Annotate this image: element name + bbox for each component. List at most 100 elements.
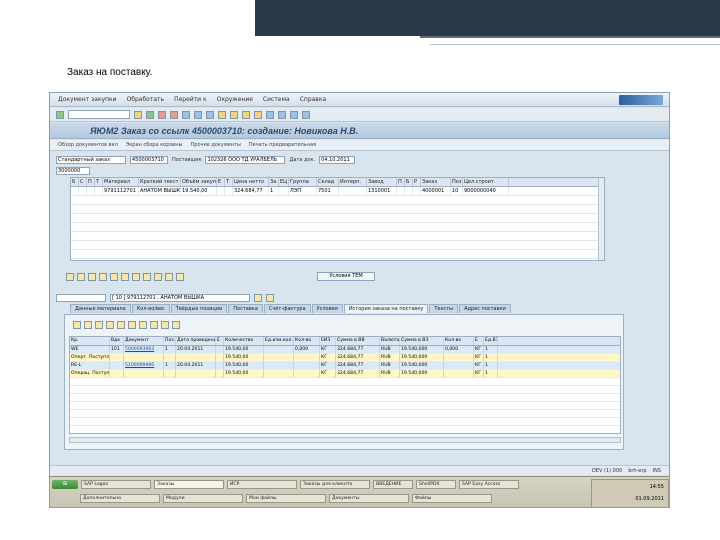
grid-col[interactable]: Цена нетто <box>233 178 269 186</box>
sort-icon[interactable] <box>77 272 85 281</box>
tab-conditions[interactable]: Условия <box>311 304 343 313</box>
date-field[interactable]: 04.10.2011 <box>319 156 356 164</box>
table-row[interactable] <box>71 232 604 241</box>
details-icon[interactable] <box>143 272 151 281</box>
grid-col[interactable]: Материал <box>103 178 139 186</box>
cell-net-price[interactable]: 324.684,77 <box>233 187 269 195</box>
cell-warehouse[interactable]: 7501 <box>317 187 339 195</box>
table-row[interactable] <box>70 378 620 386</box>
history-col[interactable]: Ед.ВЗ <box>484 337 498 345</box>
position-label-field[interactable] <box>56 294 106 302</box>
grid-col[interactable]: Заказ <box>421 178 451 186</box>
grid-col[interactable]: П <box>87 178 95 186</box>
grid-col[interactable]: Р <box>413 178 421 186</box>
menu-item-document[interactable]: Документ закупки <box>58 96 117 103</box>
history-col[interactable]: Поз. <box>164 337 176 345</box>
history-subtotal-icon[interactable] <box>106 321 114 329</box>
cancel-icon[interactable] <box>170 110 178 119</box>
conditions-button[interactable]: Условия ТЕМ <box>317 272 375 281</box>
table-row[interactable]: RE-L 5100099966 1 20.04.2011 19.540,00 КГ 324.… <box>70 362 620 370</box>
shortcut-icon[interactable] <box>278 110 286 119</box>
table-row[interactable] <box>71 250 604 259</box>
new-session-icon[interactable] <box>266 110 274 119</box>
prev-item-icon[interactable] <box>254 294 262 302</box>
task-client-orders[interactable]: Заказы для клиента <box>300 480 370 489</box>
select-all-icon[interactable] <box>88 272 96 281</box>
cell-short-text[interactable]: АНАТОМ ВЫШКА <box>139 187 181 195</box>
start-button[interactable]: ⊞ <box>52 480 78 489</box>
history-col[interactable]: Дата проведения <box>176 337 216 345</box>
copy-icon[interactable] <box>110 272 118 281</box>
cell-quantity[interactable]: 19.540,00 <box>181 187 217 195</box>
deselect-icon[interactable] <box>99 272 107 281</box>
enter-icon[interactable] <box>56 110 64 119</box>
table-row[interactable]: Оперт. Поступления:19.540,00КГ324.684,77… <box>70 354 620 362</box>
tab-delivery[interactable]: Поставка <box>228 304 263 313</box>
position-select[interactable]: [ 10 ] 979112701 , АНАТОМ ВЫШКА <box>110 294 250 302</box>
menu-item-help[interactable]: Справка <box>300 96 326 103</box>
layout-icon[interactable] <box>154 272 162 281</box>
grid-col[interactable]: ЕЦ <box>279 178 289 186</box>
history-select-icon[interactable] <box>150 321 158 329</box>
history-col[interactable]: Документ <box>124 337 164 345</box>
table-row[interactable] <box>70 418 620 426</box>
table-row[interactable] <box>71 214 604 223</box>
prev-page-icon[interactable] <box>230 110 238 119</box>
export-icon[interactable] <box>165 272 173 281</box>
task-documents[interactable]: Документы <box>329 494 409 503</box>
history-layout-icon[interactable] <box>139 321 147 329</box>
next-item-icon[interactable] <box>266 294 274 302</box>
history-col[interactable]: Кр. <box>70 337 110 345</box>
task-files[interactable]: Файлы <box>412 494 492 503</box>
table-row[interactable] <box>71 223 604 232</box>
layout-icon[interactable] <box>302 110 310 119</box>
history-filter-icon[interactable] <box>73 321 81 329</box>
first-page-icon[interactable] <box>218 110 226 119</box>
history-col[interactable]: Е <box>474 337 484 345</box>
table-row[interactable] <box>70 410 620 418</box>
history-col[interactable]: Кол-во <box>294 337 320 345</box>
task-intro[interactable]: ВВЕДЕНИЕ <box>373 480 413 489</box>
grid-col[interactable]: За <box>269 178 279 186</box>
grid-col[interactable]: Е <box>217 178 225 186</box>
tab-invoice[interactable]: Счёт-фактура <box>263 304 311 313</box>
tab-material-data[interactable]: Данные материала <box>70 304 131 313</box>
menu-item-goto[interactable]: Перейти к <box>174 96 207 103</box>
next-page-icon[interactable] <box>242 110 250 119</box>
tab-texts[interactable]: Тексты <box>429 304 459 313</box>
task-my-files[interactable]: Мои файлы <box>246 494 326 503</box>
tab-quantity-weight[interactable]: Кол-во/вес <box>131 304 170 313</box>
grid-col[interactable]: Интерп. <box>339 178 367 186</box>
menu-item-edit[interactable]: Обработать <box>127 96 164 103</box>
history-print-icon[interactable] <box>117 321 125 329</box>
table-row[interactable] <box>70 386 620 394</box>
history-cell[interactable]: 5100099966 <box>124 362 164 369</box>
table-row[interactable] <box>71 241 604 250</box>
task-shellpdx[interactable]: ShellPDX <box>416 480 456 489</box>
filter-icon[interactable] <box>66 272 74 281</box>
grid-scrollbar[interactable] <box>598 178 604 260</box>
grid-col[interactable]: Цел.строит. <box>463 178 509 186</box>
history-col[interactable]: Е <box>216 337 224 345</box>
cell-order[interactable]: 4000001 <box>421 187 451 195</box>
grid-col[interactable]: Т <box>225 178 233 186</box>
grid-col[interactable]: Б <box>71 178 79 186</box>
tab-fixed-positions[interactable]: Твёрдые позиции <box>170 304 228 313</box>
print-icon[interactable] <box>182 110 190 119</box>
history-export-icon[interactable] <box>128 321 136 329</box>
table-row[interactable]: 9791112701 АНАТОМ ВЫШКА 19.540,00 324.68… <box>71 187 604 196</box>
grid-col[interactable]: Б <box>405 178 413 186</box>
history-col[interactable]: Сумма в ВЗ <box>400 337 444 345</box>
menu-item-environment[interactable]: Окружение <box>217 96 253 103</box>
doc-overview-button[interactable]: Обзор документов вкл <box>58 142 118 148</box>
delete-row-icon[interactable] <box>132 272 140 281</box>
history-hscroll[interactable] <box>69 437 621 443</box>
tab-po-history[interactable]: История заказа на поставку <box>343 304 429 313</box>
exit-icon[interactable] <box>158 110 166 119</box>
grid-col[interactable]: Т <box>95 178 103 186</box>
help-icon[interactable] <box>290 110 298 119</box>
table-row[interactable] <box>71 205 604 214</box>
grid-col[interactable]: П <box>397 178 405 186</box>
history-sum-icon[interactable] <box>95 321 103 329</box>
command-field[interactable] <box>68 110 130 119</box>
